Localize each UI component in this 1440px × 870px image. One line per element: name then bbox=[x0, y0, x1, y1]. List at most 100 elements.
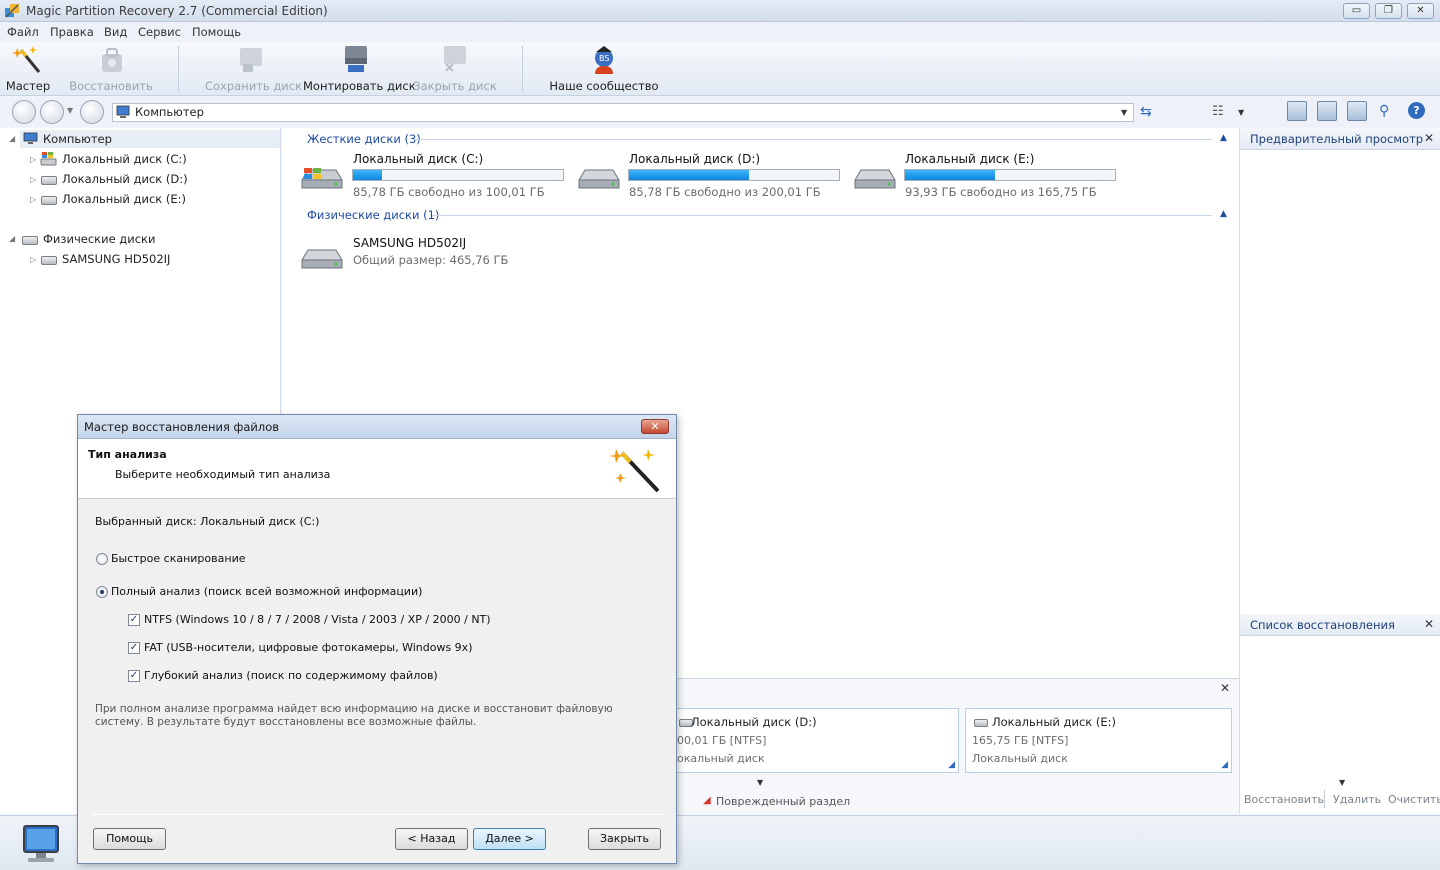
deep-analysis-label[interactable]: Глубокий анализ (поиск по содержимому фа… bbox=[144, 669, 438, 682]
collapse-section-icon[interactable]: ▲ bbox=[1220, 209, 1227, 219]
panel-toggle-icon[interactable] bbox=[1287, 101, 1307, 121]
recovery-list-title: Список восстановления bbox=[1250, 618, 1395, 632]
damaged-partition-icon: ◢ bbox=[703, 795, 711, 806]
nav-dropdown-icon[interactable]: ▼ bbox=[67, 106, 73, 115]
save-disk-button[interactable]: Сохранить диск bbox=[205, 42, 302, 96]
quick-scan-label[interactable]: Быстрое сканирование bbox=[111, 552, 245, 565]
fat-label[interactable]: FAT (USB-носители, цифровые фотокамеры, … bbox=[144, 641, 472, 654]
ntfs-label[interactable]: NTFS (Windows 10 / 8 / 7 / 2008 / Vista … bbox=[144, 613, 491, 626]
menu-bar: Файл Правка Вид Сервис Помощь bbox=[0, 22, 1440, 42]
card-corner-icon: ◢ bbox=[1221, 760, 1228, 770]
maximize-button[interactable]: ❐ bbox=[1375, 3, 1402, 19]
minimize-button[interactable]: ▭ bbox=[1343, 3, 1370, 19]
full-scan-label[interactable]: Полный анализ (поиск всей возможной инфо… bbox=[111, 585, 422, 598]
back-button[interactable]: < Назад bbox=[395, 828, 468, 850]
tree-drive-e[interactable]: Локальный диск (E:) bbox=[62, 192, 186, 206]
collapse-section-icon[interactable]: ▲ bbox=[1220, 133, 1227, 143]
collapse-arrow-icon[interactable]: ▷ bbox=[30, 195, 36, 204]
master-label: Мастер bbox=[5, 79, 51, 93]
tree-samsung-disk[interactable]: SAMSUNG HD502IJ bbox=[62, 252, 170, 266]
partition-card-e[interactable]: Локальный диск (E:) 165,75 ГБ [NTFS] Лок… bbox=[965, 708, 1232, 773]
clear-list-button[interactable]: Очистить bbox=[1388, 793, 1440, 806]
disk-usage-bar bbox=[352, 169, 564, 181]
community-button[interactable]: BS Наше сообщество bbox=[548, 42, 660, 96]
recovery-dropdown-icon[interactable]: ▼ bbox=[1339, 778, 1345, 787]
title-bar: Magic Partition Recovery 2.7 (Commercial… bbox=[0, 0, 1440, 22]
menu-file[interactable]: Файл bbox=[7, 25, 39, 39]
svg-text:BS: BS bbox=[599, 54, 609, 63]
fat-checkbox[interactable]: ✓ bbox=[128, 642, 140, 654]
delete-list-button[interactable]: Удалить bbox=[1333, 793, 1381, 806]
search-icon[interactable]: ⚲ bbox=[1379, 103, 1389, 119]
physical-disk-info: Общий размер: 465,76 ГБ bbox=[353, 253, 509, 267]
quick-scan-radio[interactable] bbox=[96, 553, 108, 565]
close-disk-button[interactable]: Закрыть диск bbox=[413, 42, 497, 96]
menu-edit[interactable]: Правка bbox=[50, 25, 94, 39]
physical-disk-name[interactable]: SAMSUNG HD502IJ bbox=[353, 236, 466, 250]
scan-description: При полном анализе программа найдет всю … bbox=[95, 703, 613, 728]
computer-tree-icon bbox=[23, 132, 38, 144]
back-nav-button[interactable] bbox=[12, 100, 36, 124]
next-button[interactable]: Далее > bbox=[473, 828, 546, 850]
disk-name[interactable]: Локальный диск (E:) bbox=[905, 152, 1034, 166]
refresh-icon[interactable]: ⇆ bbox=[1140, 104, 1152, 120]
save-list-icon[interactable] bbox=[1347, 101, 1367, 121]
collapse-arrow-icon[interactable]: ▷ bbox=[30, 155, 36, 164]
recovery-list-header: Список восстановления ✕ bbox=[1240, 614, 1440, 636]
restore-list-button[interactable]: Восстановить bbox=[1244, 793, 1324, 806]
close-strip-icon[interactable]: ✕ bbox=[1220, 681, 1230, 695]
expand-arrow-icon[interactable]: ◢ bbox=[9, 234, 15, 243]
collapse-arrow-icon[interactable]: ▷ bbox=[30, 255, 36, 264]
strip-dropdown-icon[interactable]: ▼ bbox=[757, 778, 763, 787]
wizard-wand-icon bbox=[609, 449, 660, 493]
tree-drive-d[interactable]: Локальный диск (D:) bbox=[62, 172, 188, 186]
computer-status-icon bbox=[23, 825, 59, 862]
card-type: Локальный диск bbox=[972, 752, 1068, 765]
windows-drive-icon bbox=[40, 152, 57, 166]
dialog-title-bar: Мастер восстановления файлов ✕ bbox=[78, 415, 676, 439]
disk-usage-fill bbox=[629, 170, 749, 180]
menu-service[interactable]: Сервис bbox=[138, 25, 181, 39]
tree-physical-disks[interactable]: Физические диски bbox=[43, 232, 155, 246]
restore-button[interactable]: Восстановить bbox=[66, 42, 156, 96]
drive-icon bbox=[41, 256, 57, 265]
tree-drive-c[interactable]: Локальный диск (C:) bbox=[62, 152, 187, 166]
menu-view[interactable]: Вид bbox=[104, 25, 127, 39]
app-icon bbox=[5, 4, 19, 18]
ntfs-checkbox[interactable]: ✓ bbox=[128, 614, 140, 626]
dialog-close-button[interactable]: ✕ bbox=[641, 419, 669, 434]
deep-analysis-checkbox[interactable]: ✓ bbox=[128, 670, 140, 682]
up-nav-button[interactable] bbox=[80, 100, 104, 124]
menu-help[interactable]: Помощь bbox=[192, 25, 241, 39]
forward-nav-button[interactable] bbox=[40, 100, 64, 124]
view-mode-icon[interactable]: ☷ bbox=[1212, 104, 1224, 119]
recovery-wizard-dialog: Мастер восстановления файлов ✕ Тип анали… bbox=[77, 414, 677, 864]
partition-card-d[interactable]: Локальный диск (D:) 00,01 ГБ [NTFS] окал… bbox=[670, 708, 959, 773]
help-icon[interactable]: ? bbox=[1408, 102, 1425, 119]
close-preview-icon[interactable]: ✕ bbox=[1424, 131, 1434, 145]
disk-name[interactable]: Локальный диск (D:) bbox=[629, 152, 760, 166]
drive-e-icon bbox=[854, 169, 896, 189]
window-title: Magic Partition Recovery 2.7 (Commercial… bbox=[26, 4, 328, 18]
expand-arrow-icon[interactable]: ◢ bbox=[9, 134, 15, 143]
address-dropdown-icon[interactable]: ▼ bbox=[1121, 108, 1127, 117]
community-icon: BS bbox=[595, 46, 613, 74]
master-button[interactable]: Мастер bbox=[0, 42, 56, 96]
dialog-header-subtitle: Выберите необходимый тип анализа bbox=[115, 468, 331, 481]
close-button[interactable]: Закрыть bbox=[588, 828, 661, 850]
view-dropdown-icon[interactable]: ▼ bbox=[1238, 108, 1244, 117]
close-recovery-list-icon[interactable]: ✕ bbox=[1424, 617, 1434, 631]
help-button[interactable]: Помощь bbox=[93, 828, 166, 850]
save-disk-icon bbox=[240, 48, 262, 72]
drive-icon bbox=[974, 719, 988, 727]
disk-name[interactable]: Локальный диск (C:) bbox=[353, 152, 483, 166]
physical-disks-header: Физические диски (1) bbox=[307, 208, 440, 222]
preview-toggle-icon[interactable] bbox=[1317, 101, 1337, 121]
close-window-button[interactable]: ✕ bbox=[1407, 3, 1434, 19]
close-disk-label: Закрыть диск bbox=[413, 79, 497, 93]
address-field[interactable] bbox=[112, 103, 1134, 122]
mount-disk-button[interactable]: Монтировать диск bbox=[303, 42, 416, 96]
card-size: 165,75 ГБ [NTFS] bbox=[972, 734, 1069, 747]
collapse-arrow-icon[interactable]: ▷ bbox=[30, 175, 36, 184]
full-scan-radio[interactable] bbox=[96, 586, 108, 598]
